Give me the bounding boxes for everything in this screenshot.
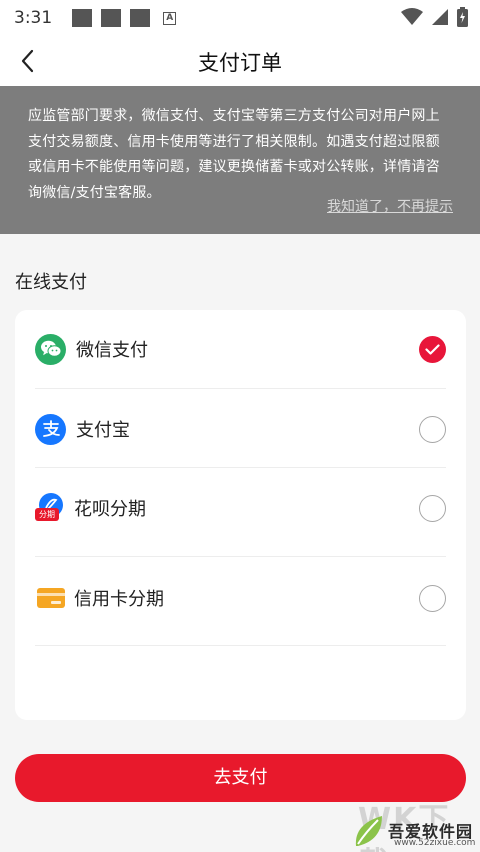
leaf-logo-icon [355, 816, 382, 846]
credit-card-icon [35, 583, 66, 613]
watermark: WK下载 吾爱软件园 www.52zixue.com [348, 800, 480, 852]
page-title: 支付订单 [198, 51, 282, 75]
keyboard-icon: A [163, 11, 177, 25]
notification-icon [101, 9, 122, 27]
radio-selected[interactable] [419, 336, 446, 363]
divider [35, 645, 446, 646]
notice-banner: 应监管部门要求，微信支付、支付宝等第三方支付公司对用户网上支付交易额度、信用卡使… [0, 86, 480, 234]
status-time: 3:31 [14, 8, 53, 28]
watermark-url: www.52zixue.com [394, 838, 476, 848]
wifi-icon [401, 8, 423, 25]
section-title: 在线支付 [15, 272, 87, 293]
radio-unselected[interactable] [419, 416, 446, 443]
payment-option-label: 花呗分期 [74, 499, 146, 520]
wechat-pay-icon [35, 333, 66, 365]
radio-unselected[interactable] [419, 585, 446, 612]
huabei-badge: 分期 [35, 508, 59, 521]
divider [35, 556, 446, 557]
notice-text: 应监管部门要求，微信支付、支付宝等第三方支付公司对用户网上支付交易额度、信用卡使… [28, 108, 440, 201]
radio-unselected[interactable] [419, 495, 446, 522]
payment-option-wechat[interactable]: 微信支付 [35, 328, 446, 370]
payment-option-label: 支付宝 [76, 420, 130, 441]
divider [35, 467, 446, 468]
nav-bar: 支付订单 [0, 36, 480, 86]
payment-option-credit-card[interactable]: 信用卡分期 [35, 578, 446, 618]
alipay-icon [35, 413, 66, 445]
notification-icon [130, 9, 151, 27]
notification-icon [72, 9, 93, 27]
payment-option-label: 微信支付 [76, 340, 148, 361]
huabei-icon: 分期 [35, 493, 66, 523]
signal-icon [432, 9, 448, 25]
payment-option-huabei[interactable]: 分期 花呗分期 [35, 488, 446, 528]
check-icon [425, 344, 440, 355]
payment-method-list: 微信支付 支付宝 分期 花呗分期 信用卡分期 [15, 310, 466, 720]
payment-option-label: 信用卡分期 [74, 589, 164, 610]
status-bar: 3:31 A [0, 0, 480, 36]
divider [35, 388, 446, 389]
status-indicators [401, 7, 468, 27]
battery-icon [457, 7, 468, 27]
dismiss-notice-link[interactable]: 我知道了，不再提示 [327, 196, 453, 216]
payment-option-alipay[interactable]: 支付宝 [35, 408, 446, 450]
